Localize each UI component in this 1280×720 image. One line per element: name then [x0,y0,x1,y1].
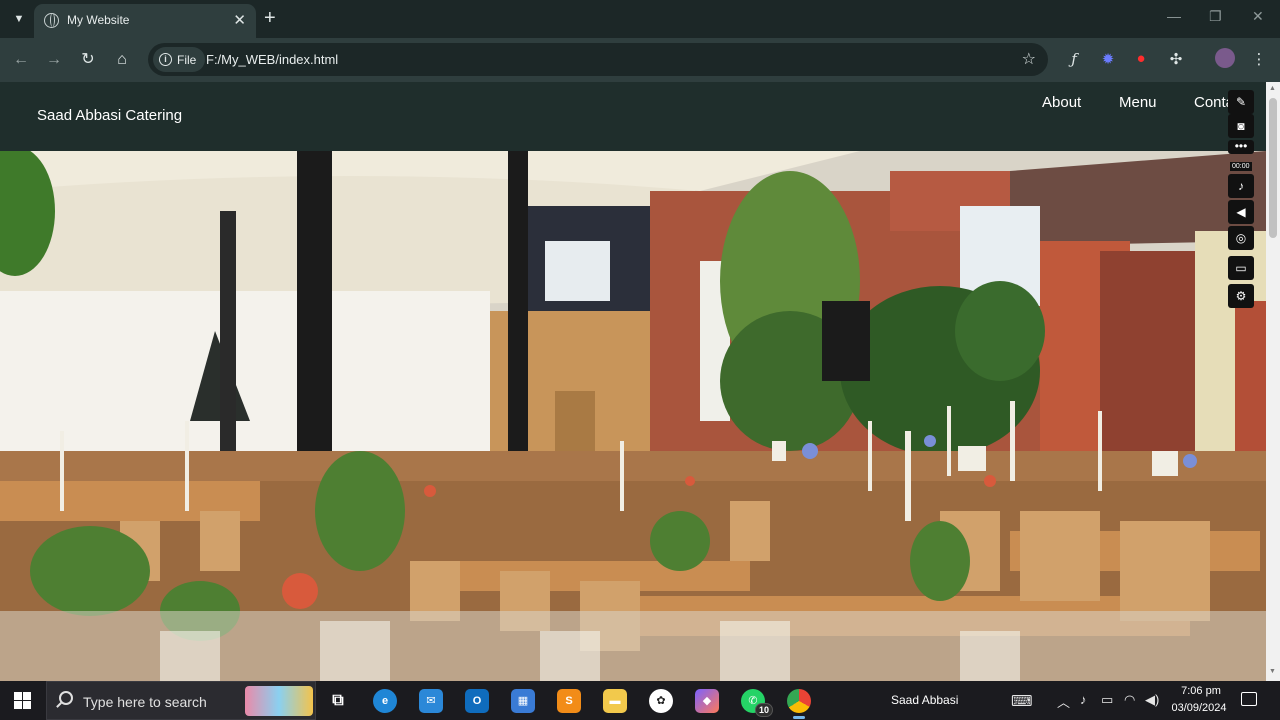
record-extension-icon[interactable]: ● [1131,50,1151,67]
outlook-icon[interactable]: O [465,689,489,713]
globe-icon [44,13,59,28]
bookmark-star-icon[interactable]: ☆ [1022,49,1036,69]
recorder-timer: 00:00 [1230,162,1252,171]
new-tab-button[interactable]: + [264,7,276,29]
home-icon[interactable]: ⌂ [110,48,134,72]
minimize-icon[interactable]: — [1167,8,1181,24]
more-menu-icon[interactable]: ⋮ [1249,50,1269,68]
browser-tab-strip: ▼ My Website ✕ + — ❐ ✕ [0,0,1280,38]
camera-icon[interactable]: ◙ [1228,114,1254,138]
taskbar-search-box[interactable]: Type here to search [46,681,316,720]
address-bar[interactable]: i File F:/My_WEB/index.html ☆ [148,43,1048,76]
info-icon: i [159,53,172,66]
copilot-icon[interactable]: ◆ [695,689,719,713]
settings-gear-icon[interactable]: ⚙ [1228,284,1254,308]
font-extension-icon[interactable]: ƒ [1064,50,1084,68]
profile-avatar[interactable] [1215,48,1235,68]
mail-icon[interactable]: ✉ [419,689,443,713]
page-scrollbar[interactable]: ▲ ▼ [1266,82,1280,681]
restore-icon[interactable]: ❐ [1209,8,1222,25]
nav-about[interactable]: About [1042,94,1081,111]
hero-image [0,151,1266,681]
whatsapp-badge: 10 [754,703,773,717]
site-info-chip[interactable]: i File [153,47,206,72]
recorder-toolbar: ✎ ◙ ••• 00:00 ♪ ◀ ◎ ▭ ⚙ [1228,90,1256,308]
gear-extension-icon[interactable]: ✹ [1098,50,1118,68]
clock-date[interactable]: 03/09/2024 [1168,702,1230,714]
volume-icon[interactable]: ◀) [1145,692,1159,708]
hero-photo-catering-venue [0,151,1266,681]
nav-menu[interactable]: Menu [1119,94,1157,111]
windows-taskbar: Type here to search ⧉ e ✉ O ▦ S ▬ ✿ ◆ ✆ 1… [0,681,1280,720]
tab-search-chevron-icon[interactable]: ▼ [8,8,30,30]
microphone-tray-icon[interactable]: ♪ [1080,692,1087,707]
battery-icon[interactable]: ▭ [1101,692,1113,708]
tray-chevron-up-icon[interactable]: ︿ [1057,692,1070,711]
task-view-icon[interactable]: ⧉ [326,689,350,713]
site-brand[interactable]: Saad Abbasi Catering [37,107,182,124]
search-highlight-image [245,686,313,716]
clock-time[interactable]: 7:06 pm [1178,685,1224,697]
extensions-puzzle-icon[interactable]: ✣ [1166,50,1186,68]
windows-start-icon[interactable] [14,692,31,709]
pen-icon[interactable]: ✎ [1228,90,1254,114]
site-navbar: Saad Abbasi Catering About Menu Contact [0,82,1266,151]
url-text[interactable]: F:/My_WEB/index.html [206,52,338,67]
speaker-icon[interactable]: ◀ [1228,200,1254,224]
window-close-icon[interactable]: ✕ [1252,8,1264,25]
whatsapp-icon[interactable]: ✆ 10 [741,689,773,717]
notification-icon[interactable] [1241,692,1257,706]
taskbar-user-name: Saad Abbasi [891,693,959,707]
keyboard-icon[interactable]: ⌨ [1011,692,1033,710]
tab-close-icon[interactable]: ✕ [233,11,246,29]
sublime-icon[interactable]: S [557,689,581,713]
scroll-down-arrow-icon[interactable]: ▼ [1269,668,1276,675]
tab-title: My Website [67,13,130,27]
file-chip-label: File [177,52,197,67]
browser-tab[interactable]: My Website ✕ [34,4,256,38]
chatgpt-icon[interactable]: ✿ [649,689,673,713]
search-icon [59,691,73,705]
microphone-icon[interactable]: ♪ [1228,174,1254,198]
wifi-icon[interactable]: ◠ [1124,692,1135,708]
store-icon[interactable]: ▦ [511,689,535,713]
scroll-thumb[interactable] [1269,98,1277,238]
website-viewport: Saad Abbasi Catering About Menu Contact [0,82,1266,681]
more-dots-icon[interactable]: ••• [1228,140,1254,154]
webcam-icon[interactable]: ◎ [1228,226,1254,250]
scroll-up-arrow-icon[interactable]: ▲ [1269,85,1276,92]
edge-icon[interactable]: e [373,689,397,713]
back-arrow-icon[interactable]: ← [9,48,33,72]
chrome-icon[interactable] [787,689,811,719]
browser-toolbar: ← → ↻ ⌂ i File F:/My_WEB/index.html ☆ ƒ … [0,38,1280,82]
screen-icon[interactable]: ▭ [1228,256,1254,280]
reload-icon[interactable]: ↻ [76,48,100,72]
taskbar-search-placeholder: Type here to search [83,694,207,710]
file-explorer-icon[interactable]: ▬ [603,689,627,713]
forward-arrow-icon[interactable]: → [42,48,66,72]
